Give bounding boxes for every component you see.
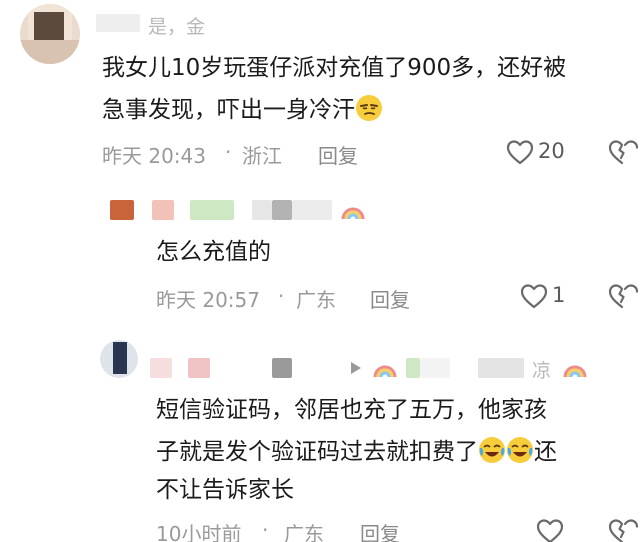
username-blur xyxy=(150,358,172,378)
timestamp: 10小时前 xyxy=(156,522,242,542)
username-blur xyxy=(420,358,450,378)
smirk-emoji-icon xyxy=(355,94,383,122)
username-blur xyxy=(292,200,332,220)
username-blur xyxy=(188,358,210,378)
location: 广东 xyxy=(284,522,324,542)
comment-text: 急事发现，吓出一身冷汗 xyxy=(102,97,355,123)
username-blur xyxy=(96,14,140,32)
location: 浙江 xyxy=(242,144,282,168)
dislike-button[interactable] xyxy=(608,139,640,169)
like-button[interactable] xyxy=(536,518,564,542)
comment-text-line: 子就是发个验证码过去就扣费了 还 xyxy=(156,432,557,472)
location: 广东 xyxy=(296,288,336,312)
username[interactable]: 是，金 xyxy=(148,12,205,39)
avatar[interactable] xyxy=(100,340,138,378)
crying-laughing-emoji-icon xyxy=(506,436,534,464)
username-blur xyxy=(152,200,174,220)
heart-icon xyxy=(520,284,548,309)
username-blur xyxy=(110,200,134,220)
comment-text: 还 xyxy=(534,439,557,465)
crying-laughing-emoji-icon xyxy=(478,436,506,464)
like-count: 20 xyxy=(538,139,565,163)
separator: · xyxy=(262,518,269,542)
comment-text-line: 我女儿10岁玩蛋仔派对充值了900多，还好被 xyxy=(102,55,567,81)
dislike-button[interactable] xyxy=(608,518,640,542)
rainbow-emoji-icon xyxy=(562,355,588,383)
username-blur xyxy=(272,358,292,378)
avatar[interactable] xyxy=(20,4,80,64)
broken-heart-icon xyxy=(608,140,639,165)
username-blur xyxy=(406,358,420,378)
reply-button[interactable]: 回复 xyxy=(318,140,358,169)
username-blur xyxy=(478,358,524,378)
dislike-button[interactable] xyxy=(608,283,640,313)
username-blur xyxy=(190,200,234,220)
comment-text: 子就是发个验证码过去就扣费了 xyxy=(156,439,478,465)
reply-button[interactable]: 回复 xyxy=(370,284,410,313)
broken-heart-icon xyxy=(608,519,639,542)
like-button[interactable] xyxy=(520,283,548,313)
username[interactable]: 凉 xyxy=(532,356,551,383)
like-button[interactable] xyxy=(506,139,534,169)
play-arrow-icon xyxy=(350,360,362,379)
comment-text: 怎么充值的 xyxy=(156,239,271,265)
comment-text-line: 急事发现，吓出一身冷汗 xyxy=(102,90,383,130)
separator: · xyxy=(225,140,232,164)
comment-text-line: 短信验证码，邻居也充了五万，他家孩 xyxy=(156,397,547,423)
username-blur xyxy=(252,200,272,220)
broken-heart-icon xyxy=(608,284,639,309)
timestamp: 昨天 20:43 xyxy=(102,144,206,168)
like-count: 1 xyxy=(552,283,566,307)
comment-text-line: 不让告诉家长 xyxy=(156,477,294,503)
rainbow-emoji-icon xyxy=(340,197,366,225)
reply-button[interactable]: 回复 xyxy=(360,518,400,542)
heart-icon xyxy=(506,140,534,165)
separator: · xyxy=(278,284,285,308)
rainbow-emoji-icon xyxy=(372,355,398,383)
timestamp: 昨天 20:57 xyxy=(156,288,260,312)
heart-icon xyxy=(536,519,564,542)
username-blur xyxy=(272,200,292,220)
